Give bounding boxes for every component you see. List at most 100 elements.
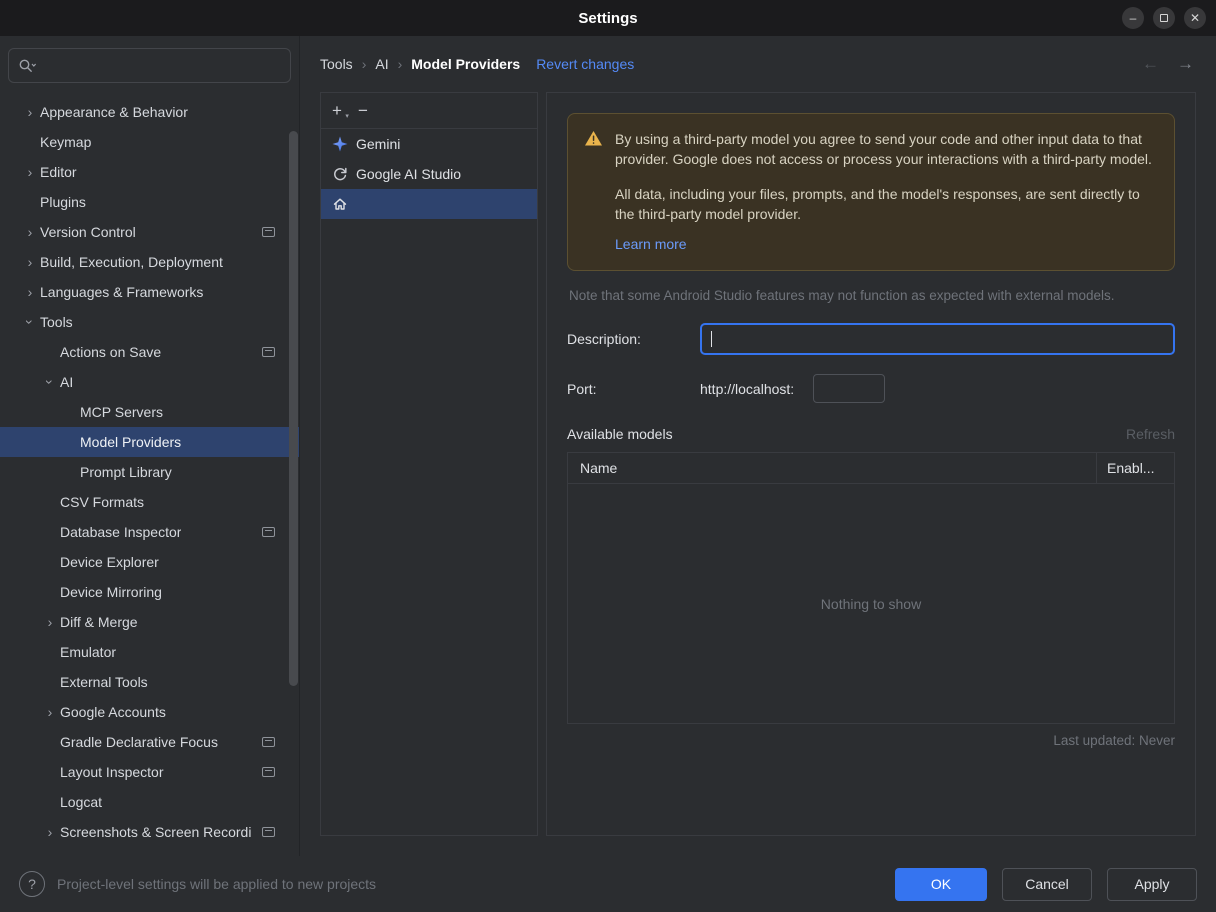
chevron-right-icon[interactable]: › — [20, 225, 40, 239]
models-table-body: Nothing to show — [568, 484, 1174, 723]
sidebar-item-external-tools[interactable]: External Tools — [0, 667, 299, 697]
remove-provider-button[interactable]: − — [358, 102, 368, 119]
warning-paragraph-2: All data, including your files, prompts,… — [615, 185, 1140, 222]
history-nav: ← → — [1142, 54, 1194, 74]
sidebar-item-layout-inspector[interactable]: Layout Inspector — [0, 757, 299, 787]
sidebar-item-csv-formats[interactable]: CSV Formats — [0, 487, 299, 517]
revert-changes-link[interactable]: Revert changes — [536, 56, 634, 72]
models-table-header: Name Enabl... — [568, 453, 1174, 485]
description-input[interactable] — [700, 323, 1175, 356]
back-arrow-icon[interactable]: ← — [1142, 54, 1159, 74]
chevron-down-icon[interactable]: › — [22, 312, 38, 332]
refresh-button[interactable]: Refresh — [1126, 426, 1175, 442]
chevron-down-icon[interactable]: › — [42, 372, 58, 392]
chevron-right-icon[interactable]: › — [20, 255, 40, 269]
available-models-row: Available models Refresh — [567, 426, 1175, 442]
column-header-enabled[interactable]: Enabl... — [1096, 453, 1174, 484]
available-models-label: Available models — [567, 426, 673, 443]
sidebar-item-label: Emulator — [60, 644, 117, 660]
breadcrumb-item-ai[interactable]: AI — [375, 56, 388, 72]
sidebar-item-tools[interactable]: › Tools — [0, 307, 299, 337]
sidebar-item-editor[interactable]: › Editor — [0, 157, 299, 187]
sidebar-item-diff-merge[interactable]: › Diff & Merge — [0, 607, 299, 637]
provider-detail-panel: By using a third-party model you agree t… — [546, 92, 1196, 836]
provider-item-home[interactable] — [321, 189, 537, 219]
sidebar-item-screenshots-screen-recordi[interactable]: › Screenshots & Screen Recordi — [0, 817, 299, 847]
warning-triangle-icon — [584, 130, 603, 254]
sidebar-item-label: CSV Formats — [60, 494, 145, 510]
sidebar-item-label: Editor — [40, 164, 77, 180]
sidebar-item-label: Prompt Library — [80, 464, 172, 480]
sidebar-item-label: AI — [60, 374, 74, 390]
close-button[interactable]: ✕ — [1184, 7, 1206, 29]
sidebar-item-prompt-library[interactable]: Prompt Library — [0, 457, 299, 487]
sidebar-item-gradle-declarative-focus[interactable]: Gradle Declarative Focus — [0, 727, 299, 757]
add-dropdown-caret-icon: ▾ — [345, 113, 349, 120]
sidebar-item-mcp-servers[interactable]: MCP Servers — [0, 397, 299, 427]
help-button[interactable]: ? — [19, 871, 45, 897]
search-input[interactable] — [8, 48, 291, 83]
description-label: Description: — [567, 331, 641, 348]
sidebar-item-label: Model Providers — [80, 434, 182, 450]
learn-more-link[interactable]: Learn more — [615, 236, 687, 252]
provider-item-gemini[interactable]: Gemini — [321, 129, 537, 159]
port-label: Port: — [567, 380, 597, 397]
provider-list: Gemini Google AI Studio — [321, 129, 537, 219]
sidebar-item-google-accounts[interactable]: › Google Accounts — [0, 697, 299, 727]
warning-paragraph-1: By using a third-party model you agree t… — [615, 131, 1152, 168]
breadcrumb-row: Tools › AI › Model Providers Revert changes … — [300, 36, 1216, 92]
provider-item-google-ai-studio[interactable]: Google AI Studio — [321, 159, 537, 189]
sidebar-scrollbar[interactable] — [289, 131, 298, 686]
sidebar-item-build-execution-deployment[interactable]: › Build, Execution, Deployment — [0, 247, 299, 277]
sidebar-item-label: Gradle Declarative Focus — [60, 734, 218, 750]
chevron-right-icon[interactable]: › — [20, 285, 40, 299]
chevron-right-icon[interactable]: › — [20, 165, 40, 179]
sidebar-item-model-providers[interactable]: Model Providers — [0, 427, 299, 457]
sidebar-item-label: Logcat — [60, 794, 103, 810]
maximize-button[interactable] — [1153, 7, 1175, 29]
cancel-button[interactable]: Cancel — [1002, 867, 1092, 901]
provider-item-label: Gemini — [356, 136, 401, 152]
chevron-right-icon[interactable]: › — [20, 105, 40, 119]
description-row: Description: — [567, 323, 1175, 356]
chevron-right-icon[interactable]: › — [40, 825, 60, 839]
sidebar-item-ai[interactable]: › AI — [0, 367, 299, 397]
sidebar-item-label: Screenshots & Screen Recordi — [60, 824, 252, 840]
screen-badge-icon — [262, 527, 275, 537]
settings-sidebar: › Appearance & Behavior Keymap › Editor Plugi… — [0, 36, 300, 856]
add-provider-button[interactable]: + ▾ — [332, 102, 349, 120]
sidebar-item-label: Appearance & Behavior — [40, 104, 188, 120]
sidebar-item-emulator[interactable]: Emulator — [0, 637, 299, 667]
port-input[interactable] — [813, 374, 886, 404]
sidebar-item-label: Database Inspector — [60, 524, 182, 540]
sidebar-item-keymap[interactable]: Keymap — [0, 127, 299, 157]
sidebar-item-languages-frameworks[interactable]: › Languages & Frameworks — [0, 277, 299, 307]
sidebar-item-label: Google Accounts — [60, 704, 166, 720]
sidebar-item-plugins[interactable]: Plugins — [0, 187, 299, 217]
breadcrumb-item-tools[interactable]: Tools — [320, 56, 353, 72]
chevron-right-icon[interactable]: › — [40, 705, 60, 719]
sidebar-item-version-control[interactable]: › Version Control — [0, 217, 299, 247]
sidebar-item-device-mirroring[interactable]: Device Mirroring — [0, 577, 299, 607]
breadcrumb-item-model-providers[interactable]: Model Providers — [411, 56, 520, 72]
apply-button[interactable]: Apply — [1107, 867, 1197, 901]
column-header-name[interactable]: Name — [568, 453, 1096, 483]
forward-arrow-icon[interactable]: → — [1177, 54, 1194, 74]
chevron-right-icon[interactable]: › — [40, 615, 60, 629]
sidebar-item-database-inspector[interactable]: Database Inspector — [0, 517, 299, 547]
sidebar-item-appearance-behavior[interactable]: › Appearance & Behavior — [0, 97, 299, 127]
settings-main: Tools › AI › Model Providers Revert changes … — [300, 36, 1216, 856]
provider-panel: + ▾ − Gemini Google AI Studio — [320, 92, 538, 836]
sidebar-item-label: Build, Execution, Deployment — [40, 254, 223, 270]
ok-button[interactable]: OK — [895, 867, 987, 901]
screen-badge-icon — [262, 767, 275, 777]
sidebar-item-logcat[interactable]: Logcat — [0, 787, 299, 817]
screen-badge-icon — [262, 737, 275, 747]
window-title: Settings — [578, 9, 638, 27]
screen-badge-icon — [262, 347, 275, 357]
minimize-button[interactable]: – — [1122, 7, 1144, 29]
sidebar-item-device-explorer[interactable]: Device Explorer — [0, 547, 299, 577]
sidebar-item-actions-on-save[interactable]: Actions on Save — [0, 337, 299, 367]
footer-hint: Project-level settings will be applied t… — [57, 876, 377, 892]
sidebar-item-label: Diff & Merge — [60, 614, 138, 630]
